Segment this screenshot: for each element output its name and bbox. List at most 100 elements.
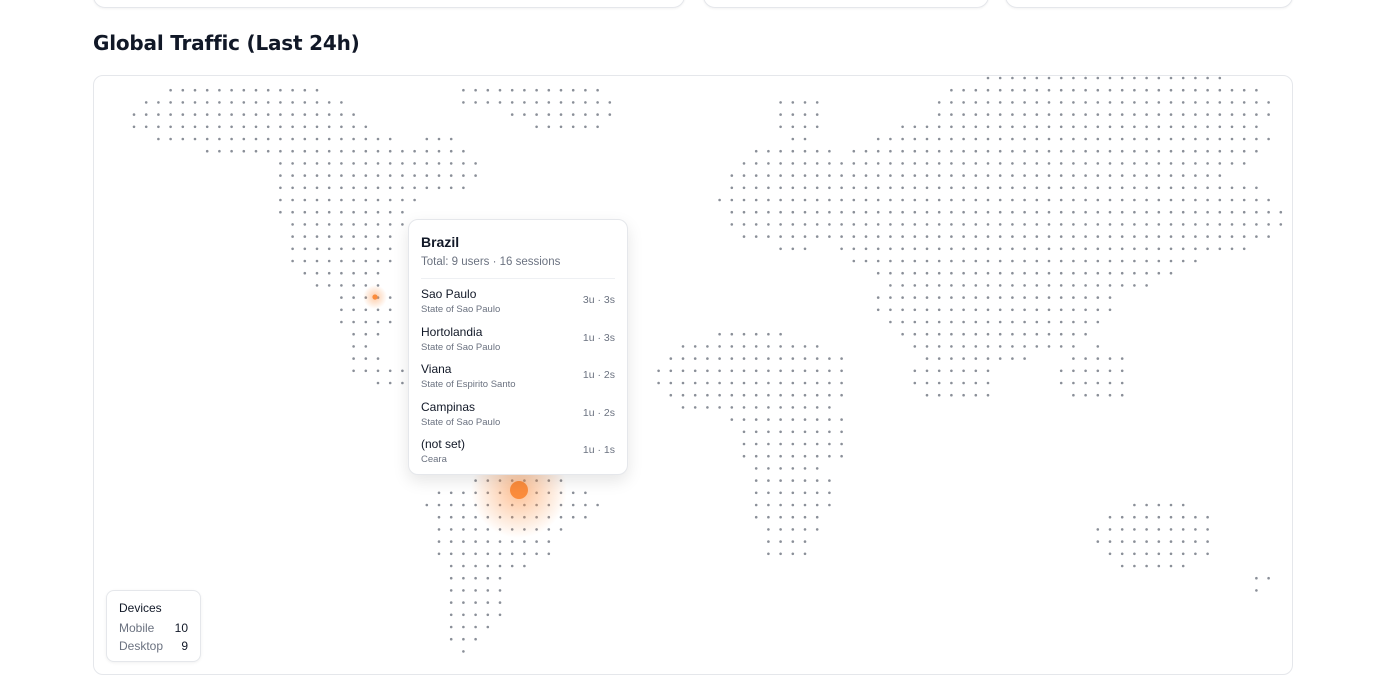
- land-dot: [815, 149, 819, 153]
- land-dot: [425, 162, 429, 165]
- land-dot: [669, 393, 673, 397]
- land-dot: [913, 284, 917, 287]
- land-dot: [767, 515, 770, 519]
- land-dot: [1072, 101, 1075, 104]
- land-dot: [1157, 503, 1161, 507]
- brazil-marker[interactable]: [510, 481, 528, 499]
- land-dot: [742, 381, 746, 385]
- land-dot: [754, 467, 758, 470]
- land-dot: [1120, 125, 1124, 129]
- land-dot: [1279, 223, 1283, 226]
- land-dot: [1133, 198, 1136, 202]
- land-dot: [315, 235, 319, 238]
- land-dot: [1230, 162, 1234, 165]
- land-dot: [1218, 186, 1222, 190]
- land-dot: [1194, 125, 1197, 129]
- land-dot: [986, 137, 990, 141]
- land-dot: [779, 381, 782, 385]
- land-dot: [291, 259, 294, 263]
- land-dot: [937, 210, 941, 214]
- land-dot: [1218, 101, 1222, 104]
- land-dot: [840, 418, 843, 421]
- land-dot: [925, 162, 929, 165]
- land-dot: [584, 491, 587, 495]
- land-dot: [352, 271, 355, 275]
- land-dot: [1181, 223, 1185, 226]
- land-dot: [974, 235, 978, 238]
- land-dot: [803, 552, 807, 556]
- land-dot: [767, 345, 770, 348]
- land-dot: [767, 528, 770, 531]
- land-dot: [1072, 162, 1075, 165]
- land-dot: [962, 101, 965, 104]
- world-dot-map[interactable]: [94, 76, 1292, 674]
- land-dot: [913, 235, 917, 238]
- land-dot: [181, 113, 185, 116]
- land-dot: [998, 76, 1002, 80]
- land-dot: [901, 137, 904, 141]
- land-dot: [279, 125, 282, 129]
- land-dot: [474, 515, 477, 519]
- land-dot: [974, 259, 978, 263]
- land-dot: [876, 223, 880, 226]
- land-dot: [1194, 198, 1197, 202]
- land-dot: [937, 296, 941, 299]
- land-dot: [1072, 149, 1075, 153]
- land-dot: [437, 515, 441, 519]
- land-dot: [754, 418, 758, 421]
- land-dot: [754, 174, 758, 177]
- land-dot: [1206, 137, 1209, 141]
- city-name: Campinas: [421, 399, 476, 414]
- land-dot: [413, 186, 416, 190]
- land-dot: [1047, 308, 1051, 312]
- land-dot: [218, 88, 221, 92]
- land-dot: [1169, 259, 1173, 263]
- land-dot: [1169, 223, 1173, 226]
- land-dot: [937, 247, 941, 251]
- land-dot: [1084, 149, 1087, 153]
- land-dot: [925, 308, 929, 312]
- land-dot: [962, 113, 965, 116]
- land-dot: [815, 186, 819, 190]
- land-dot: [767, 479, 770, 482]
- land-dot: [876, 296, 880, 299]
- land-dot: [925, 235, 929, 238]
- land-dot: [767, 406, 770, 409]
- land-dot: [352, 320, 355, 324]
- land-dot: [998, 235, 1002, 238]
- land-dot: [279, 137, 282, 141]
- land-dot: [828, 491, 831, 495]
- land-dot: [1169, 113, 1173, 116]
- land-dot: [779, 210, 782, 214]
- land-dot: [352, 259, 355, 263]
- land-dot: [925, 381, 929, 385]
- land-dot: [1133, 271, 1136, 275]
- land-dot: [1145, 76, 1148, 80]
- land-dot: [193, 88, 197, 92]
- land-dot: [986, 223, 990, 226]
- land-dot: [815, 101, 819, 104]
- land-dot: [962, 149, 965, 153]
- land-dot: [937, 125, 941, 129]
- land-dot: [1035, 284, 1039, 287]
- land-dot: [462, 186, 465, 190]
- land-dot: [230, 149, 233, 153]
- land-dot: [1157, 247, 1161, 251]
- land-dot: [889, 320, 892, 324]
- land-dot: [815, 503, 819, 507]
- land-dot: [1242, 113, 1246, 116]
- land-dot: [315, 88, 319, 92]
- land-dot: [767, 357, 770, 360]
- land-dot: [950, 320, 953, 324]
- land-dot: [815, 406, 819, 409]
- land-dot: [1120, 369, 1124, 373]
- land-dot: [1157, 149, 1161, 153]
- land-dot: [754, 149, 758, 153]
- land-dot: [559, 528, 563, 531]
- north-america-marker[interactable]: [372, 294, 378, 300]
- land-dot: [181, 125, 185, 129]
- land-dot: [364, 332, 368, 336]
- land-dot: [1181, 174, 1185, 177]
- land-dot: [901, 223, 904, 226]
- land-dot: [1035, 308, 1039, 312]
